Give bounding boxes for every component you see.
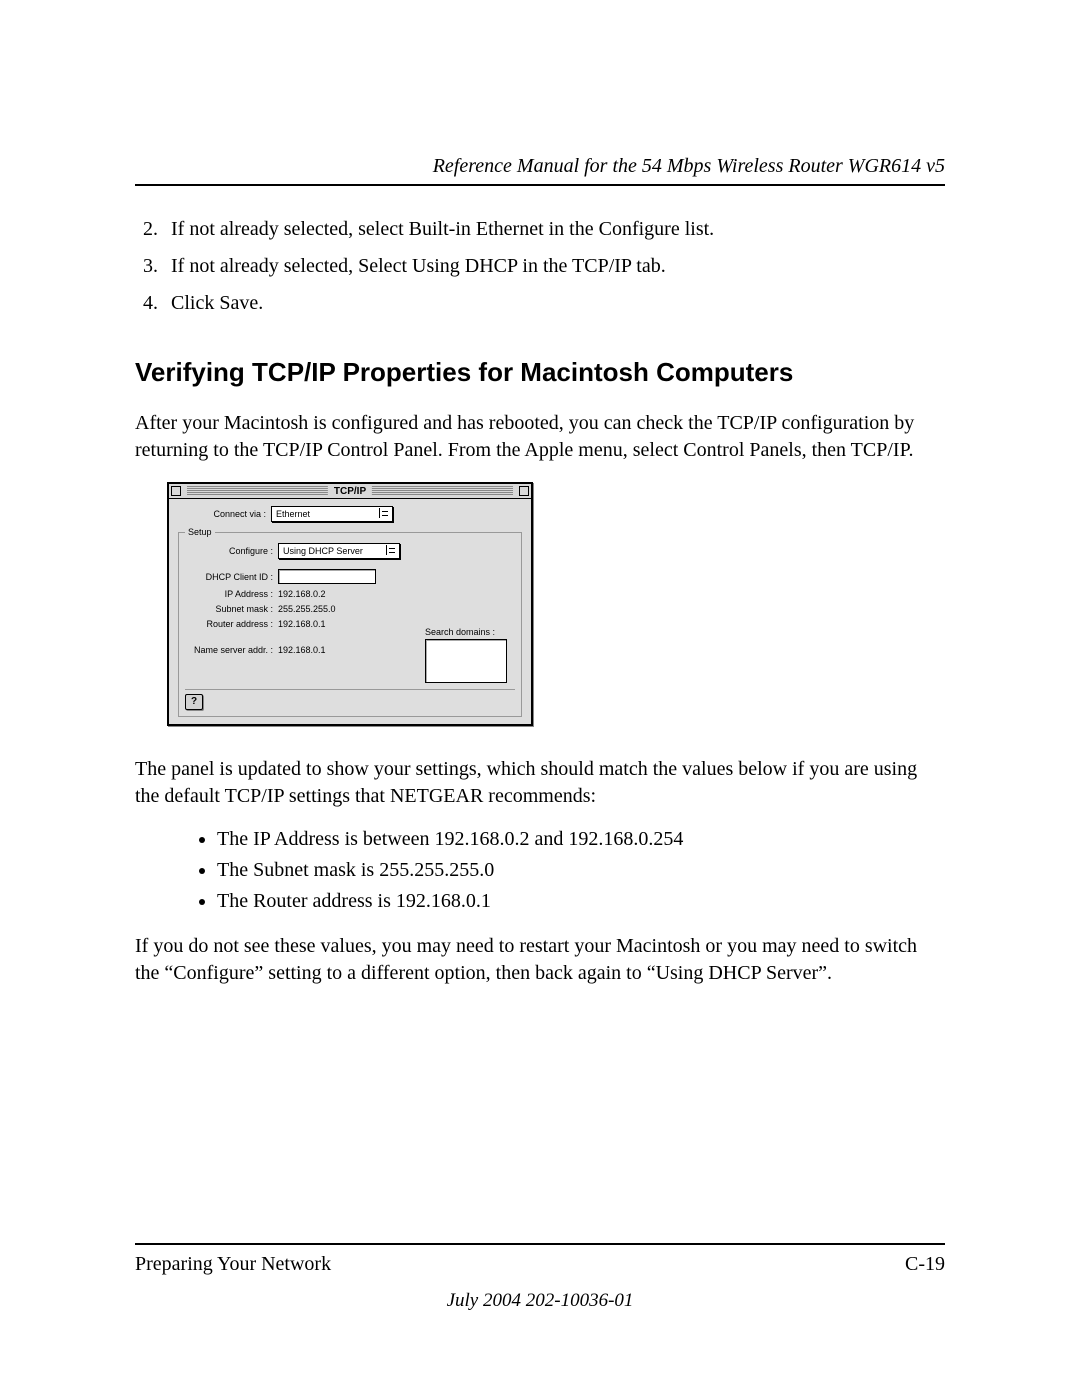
search-domains-input[interactable]: [425, 639, 507, 683]
footer-section-title: Preparing Your Network: [135, 1253, 331, 1276]
footer-date: July 2004 202-10036-01: [135, 1290, 945, 1312]
setup-legend: Setup: [185, 527, 215, 537]
list-item: The Router address is 192.168.0.1: [217, 890, 945, 913]
router-address-value: 192.168.0.1: [278, 619, 326, 629]
window-title: TCP/IP: [328, 486, 372, 497]
dhcp-client-id-input[interactable]: [278, 569, 376, 584]
recommended-values-list: The IP Address is between 192.168.0.2 an…: [135, 828, 945, 913]
name-server-label: Name server addr. :: [185, 645, 278, 655]
troubleshoot-paragraph: If you do not see these values, you may …: [135, 933, 945, 987]
tcpip-window: TCP/IP Connect via : Ethernet Setup Conf…: [167, 482, 533, 726]
router-address-label: Router address :: [185, 619, 278, 629]
page-footer: Preparing Your Network C-19 July 2004 20…: [135, 1243, 945, 1312]
ip-address-label: IP Address :: [185, 589, 278, 599]
header-rule: [135, 184, 945, 186]
window-titlebar: TCP/IP: [169, 484, 531, 499]
configure-select[interactable]: Using DHCP Server: [278, 543, 400, 559]
titlebar-stripes: [187, 486, 346, 496]
footer-rule: [135, 1243, 945, 1245]
connect-via-select[interactable]: Ethernet: [271, 506, 393, 522]
ip-address-value: 192.168.0.2: [278, 589, 326, 599]
numbered-steps: If not already selected, select Built-in…: [135, 216, 945, 317]
window-body: Connect via : Ethernet Setup Configure :…: [169, 499, 531, 724]
search-domains-label: Search domains :: [425, 627, 515, 637]
dhcp-client-id-label: DHCP Client ID :: [185, 572, 278, 582]
tcpip-panel-figure: TCP/IP Connect via : Ethernet Setup Conf…: [167, 482, 945, 726]
subnet-mask-label: Subnet mask :: [185, 604, 278, 614]
explain-paragraph: The panel is updated to show your settin…: [135, 756, 945, 810]
list-item: The Subnet mask is 255.255.255.0: [217, 859, 945, 882]
step-item: Click Save.: [163, 290, 945, 317]
intro-paragraph: After your Macintosh is configured and h…: [135, 410, 945, 464]
setup-fieldset: Setup Configure : Using DHCP Server DHCP…: [178, 527, 522, 717]
connect-via-label: Connect via :: [178, 509, 271, 519]
configure-value: Using DHCP Server: [283, 545, 363, 557]
close-icon[interactable]: [171, 486, 181, 496]
step-item: If not already selected, select Built-in…: [163, 216, 945, 243]
page-number: C-19: [905, 1253, 945, 1276]
list-item: The IP Address is between 192.168.0.2 an…: [217, 828, 945, 851]
running-header: Reference Manual for the 54 Mbps Wireles…: [135, 155, 945, 178]
section-heading: Verifying TCP/IP Properties for Macintos…: [135, 357, 945, 388]
configure-label: Configure :: [185, 546, 278, 556]
document-page: Reference Manual for the 54 Mbps Wireles…: [0, 0, 1080, 1397]
connect-via-value: Ethernet: [276, 508, 310, 520]
subnet-mask-value: 255.255.255.0: [278, 604, 336, 614]
step-item: If not already selected, Select Using DH…: [163, 253, 945, 280]
titlebar-stripes: [354, 486, 513, 496]
zoom-icon[interactable]: [519, 486, 529, 496]
name-server-value: 192.168.0.1: [278, 645, 326, 655]
help-button[interactable]: ?: [185, 694, 203, 710]
